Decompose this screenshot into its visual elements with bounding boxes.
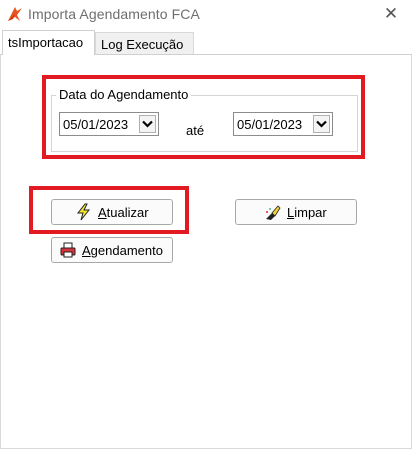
eraser-icon xyxy=(266,205,281,220)
limpar-label: Limpar xyxy=(287,205,327,220)
tab-strip: tsImportacao Log Execução xyxy=(0,28,412,55)
agendamento-button[interactable]: Agendamento xyxy=(51,237,173,263)
tab-label: Log Execução xyxy=(101,37,184,52)
agendamento-label: Agendamento xyxy=(82,243,163,258)
title-bar: Importa Agendamento FCA ✕ xyxy=(0,0,412,28)
close-icon: ✕ xyxy=(383,4,399,23)
app-logo-icon xyxy=(8,7,22,21)
close-button[interactable]: ✕ xyxy=(380,4,402,24)
tab-label: tsImportacao xyxy=(8,35,84,50)
atualizar-highlight xyxy=(29,186,189,234)
tab-tsimportacao[interactable]: tsImportacao xyxy=(2,30,95,55)
tab-log-execucao[interactable]: Log Execução xyxy=(95,32,194,54)
limpar-button[interactable]: Limpar xyxy=(235,199,357,225)
printer-icon xyxy=(60,242,76,258)
date-group-highlight xyxy=(42,75,365,159)
window-title: Importa Agendamento FCA xyxy=(28,6,200,22)
